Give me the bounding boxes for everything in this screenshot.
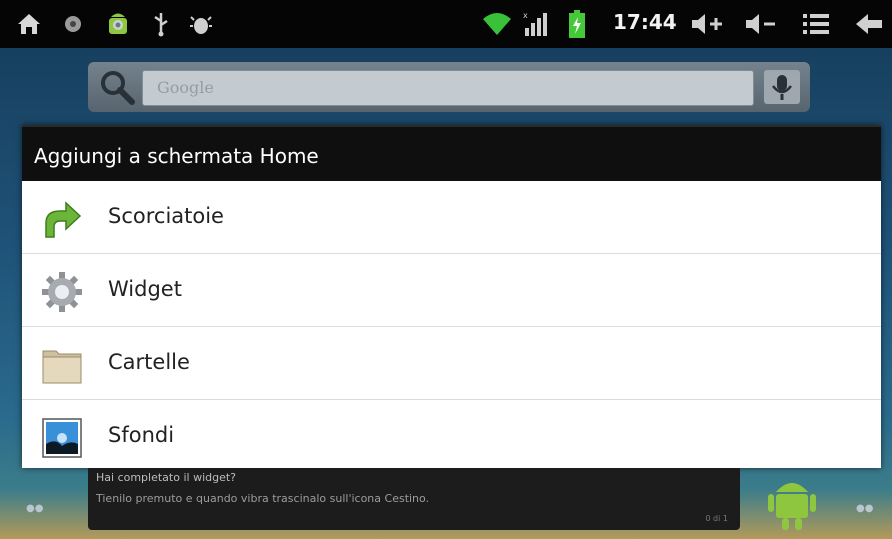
android-robot-icon xyxy=(766,472,818,532)
hint-title: Hai completato il widget? xyxy=(96,471,237,484)
google-search-bar[interactable]: Google xyxy=(88,62,810,112)
widget-hint-bubble: Hai completato il widget? Tienilo premut… xyxy=(88,468,740,530)
menu-item-folders[interactable]: Cartelle xyxy=(22,327,881,400)
menu-item-widget[interactable]: Widget xyxy=(22,254,881,327)
add-to-home-dialog: Aggiungi a schermata Home Scorciatoie Wi… xyxy=(22,125,881,468)
svg-text:x: x xyxy=(523,11,528,20)
home-icon[interactable] xyxy=(14,8,44,40)
status-bar: x 17:44 xyxy=(0,0,892,48)
search-input[interactable]: Google xyxy=(142,70,754,106)
record-icon xyxy=(60,8,86,40)
debug-icon xyxy=(188,8,214,40)
page-indicator-right: ●● xyxy=(856,503,874,514)
android-icon xyxy=(102,8,134,40)
volume-down-icon[interactable] xyxy=(743,8,777,40)
page-indicator-left: ●● xyxy=(26,503,44,514)
menu-item-label: Scorciatoie xyxy=(108,204,224,228)
menu-item-label: Cartelle xyxy=(108,350,190,374)
shortcut-arrow-icon xyxy=(40,197,84,241)
volume-up-icon[interactable] xyxy=(689,8,725,40)
wallpaper-icon xyxy=(40,416,84,460)
menu-item-shortcuts[interactable]: Scorciatoie xyxy=(22,181,881,254)
dialog-title: Aggiungi a schermata Home xyxy=(22,125,881,181)
menu-item-label: Widget xyxy=(108,277,182,301)
folder-icon xyxy=(40,343,84,387)
search-placeholder: Google xyxy=(157,78,214,97)
menu-icon[interactable] xyxy=(800,8,832,40)
back-icon[interactable] xyxy=(852,8,886,40)
signal-icon: x xyxy=(520,8,550,40)
status-clock: 17:44 xyxy=(613,10,677,34)
search-icon[interactable] xyxy=(98,68,136,106)
usb-icon xyxy=(150,8,172,40)
wifi-icon xyxy=(480,8,514,40)
microphone-icon[interactable] xyxy=(764,70,800,104)
menu-item-label: Sfondi xyxy=(108,423,175,447)
hint-counter: 0 di 1 xyxy=(705,514,728,523)
gear-icon xyxy=(40,270,84,314)
menu-item-wallpapers[interactable]: Sfondi xyxy=(22,400,881,472)
hint-text: Tienilo premuto e quando vibra trascinal… xyxy=(96,492,430,505)
battery-charging-icon xyxy=(566,8,588,40)
